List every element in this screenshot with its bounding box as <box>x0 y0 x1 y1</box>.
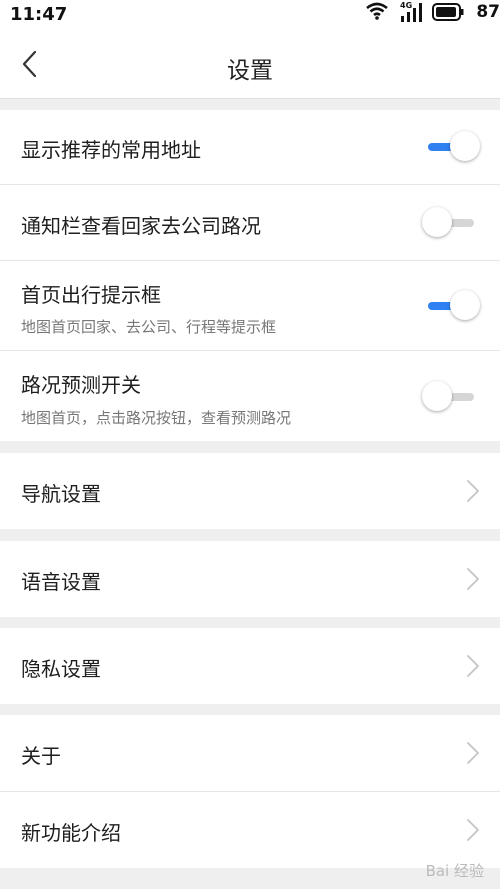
watermark: Bai 经验 <box>425 862 484 880</box>
traffic-prediction-toggle[interactable] <box>422 381 480 413</box>
toggle-settings-group: 显示推荐的常用地址 通知栏查看回家去公司路况 首页出行提示框 地图首页回家、去公… <box>0 110 500 441</box>
toggle-knob <box>450 131 480 161</box>
setting-label: 显示推荐的常用地址 <box>21 138 201 162</box>
nav-item-about[interactable]: 关于 <box>0 715 500 791</box>
page-title: 设置 <box>227 58 273 84</box>
battery-icon <box>432 3 464 25</box>
setting-row-notification-traffic: 通知栏查看回家去公司路况 <box>0 185 500 261</box>
setting-subtitle: 地图首页，点击路况按钮，查看预测路况 <box>21 409 292 427</box>
toggle-knob <box>422 207 452 237</box>
nav-item-voice-settings[interactable]: 语音设置 <box>0 541 500 617</box>
setting-label: 通知栏查看回家去公司路况 <box>21 214 261 238</box>
chevron-right-icon <box>467 742 479 764</box>
status-time: 11:47 <box>10 4 68 25</box>
chevron-right-icon <box>467 819 479 841</box>
header-bar: 设置 <box>0 32 500 99</box>
setting-row-traffic-prediction: 路况预测开关 地图首页，点击路况按钮，查看预测路况 <box>0 351 500 441</box>
battery-level: 87 <box>476 2 500 22</box>
setting-row-home-trip-tip: 首页出行提示框 地图首页回家、去公司、行程等提示框 <box>0 261 500 351</box>
notification-traffic-toggle[interactable] <box>422 207 480 239</box>
nav-item-label: 语音设置 <box>21 570 101 594</box>
setting-label: 首页出行提示框 <box>21 283 161 307</box>
chevron-right-icon <box>467 568 479 590</box>
setting-label: 路况预测开关 <box>21 373 141 397</box>
wifi-icon <box>366 2 388 24</box>
chevron-right-icon <box>467 480 479 502</box>
network-type-label: 4G <box>400 1 412 10</box>
nav-item-navigation-settings[interactable]: 导航设置 <box>0 453 500 529</box>
nav-item-label: 隐私设置 <box>21 657 101 681</box>
recommended-address-toggle[interactable] <box>422 131 480 163</box>
nav-item-privacy-settings[interactable]: 隐私设置 <box>0 628 500 704</box>
setting-subtitle: 地图首页回家、去公司、行程等提示框 <box>21 318 277 336</box>
nav-item-label: 关于 <box>21 744 61 768</box>
chevron-right-icon <box>467 655 479 677</box>
toggle-knob <box>422 381 452 411</box>
nav-item-label: 导航设置 <box>21 482 101 506</box>
nav-item-label: 新功能介绍 <box>21 821 121 845</box>
home-trip-tip-toggle[interactable] <box>422 290 480 322</box>
toggle-knob <box>450 290 480 320</box>
signal-icon: 4G <box>400 0 426 28</box>
setting-row-recommended-address: 显示推荐的常用地址 <box>0 110 500 185</box>
status-bar: 11:47 4G 87 <box>0 0 500 32</box>
nav-item-new-features[interactable]: 新功能介绍 <box>0 792 500 868</box>
